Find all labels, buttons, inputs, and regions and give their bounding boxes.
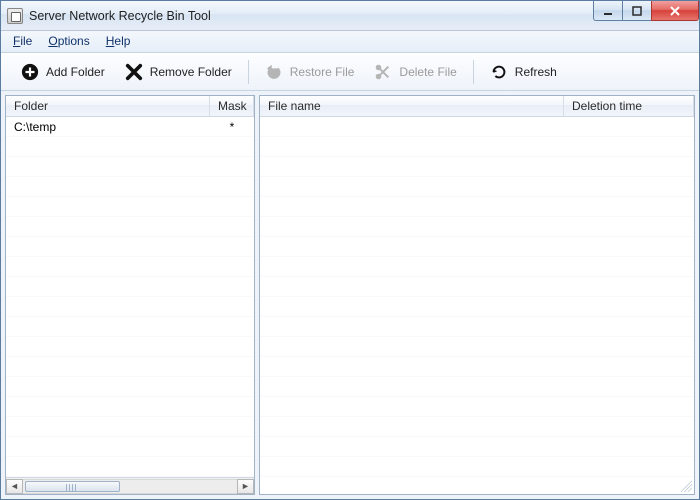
menu-file-label-rest: ile — [20, 34, 32, 48]
folders-rows[interactable]: C:\temp * — [6, 117, 254, 477]
close-icon — [668, 5, 682, 17]
menu-options[interactable]: Options — [40, 31, 97, 52]
plus-circle-icon — [21, 63, 39, 81]
resize-grip-icon[interactable] — [680, 480, 692, 492]
files-columns: File name Deletion time — [260, 96, 694, 117]
remove-folder-button[interactable]: Remove Folder — [115, 59, 242, 85]
add-folder-label: Add Folder — [46, 65, 105, 79]
menu-help[interactable]: Help — [98, 31, 139, 52]
scroll-left-button[interactable]: ◄ — [6, 479, 23, 494]
menu-options-label-rest: ptions — [58, 34, 90, 48]
horizontal-scrollbar[interactable]: ◄ ► — [6, 477, 254, 494]
menu-bar: File Options Help — [1, 31, 699, 53]
column-folder[interactable]: Folder — [6, 96, 210, 116]
files-rows[interactable] — [260, 117, 694, 494]
menu-file[interactable]: File — [5, 31, 40, 52]
scissors-icon — [374, 63, 392, 81]
table-row[interactable]: C:\temp * — [6, 117, 254, 137]
folders-columns: Folder Mask — [6, 96, 254, 117]
x-icon — [125, 63, 143, 81]
refresh-label: Refresh — [515, 65, 557, 79]
content-area: Folder Mask C:\temp * ◄ ► File name Dele… — [1, 91, 699, 499]
toolbar-separator — [473, 60, 474, 84]
column-file-name[interactable]: File name — [260, 96, 564, 116]
cell-folder: C:\temp — [6, 120, 210, 134]
maximize-icon — [631, 5, 643, 17]
toolbar: Add Folder Remove Folder Restore File De… — [1, 53, 699, 91]
menu-help-label-rest: elp — [114, 34, 130, 48]
files-pane: File name Deletion time — [259, 95, 695, 495]
column-deletion-time[interactable]: Deletion time — [564, 96, 694, 116]
refresh-button[interactable]: Refresh — [480, 59, 567, 85]
scroll-thumb[interactable] — [25, 481, 120, 492]
restore-file-label: Restore File — [290, 65, 355, 79]
minimize-icon — [602, 5, 614, 17]
window-title: Server Network Recycle Bin Tool — [29, 9, 211, 23]
remove-folder-label: Remove Folder — [150, 65, 232, 79]
maximize-button[interactable] — [622, 1, 652, 21]
app-icon — [7, 8, 23, 24]
minimize-button[interactable] — [593, 1, 623, 21]
add-folder-button[interactable]: Add Folder — [11, 59, 115, 85]
undo-arrow-icon — [265, 63, 283, 81]
refresh-icon — [490, 63, 508, 81]
toolbar-separator — [248, 60, 249, 84]
window-controls — [594, 1, 699, 21]
close-button[interactable] — [651, 1, 699, 21]
delete-file-button[interactable]: Delete File — [364, 59, 466, 85]
column-mask[interactable]: Mask — [210, 96, 254, 116]
folders-pane: Folder Mask C:\temp * ◄ ► — [5, 95, 255, 495]
scroll-right-button[interactable]: ► — [237, 479, 254, 494]
restore-file-button[interactable]: Restore File — [255, 59, 365, 85]
cell-mask: * — [210, 120, 254, 134]
delete-file-label: Delete File — [399, 65, 456, 79]
scroll-track[interactable] — [23, 479, 237, 494]
title-bar: Server Network Recycle Bin Tool — [1, 1, 699, 31]
